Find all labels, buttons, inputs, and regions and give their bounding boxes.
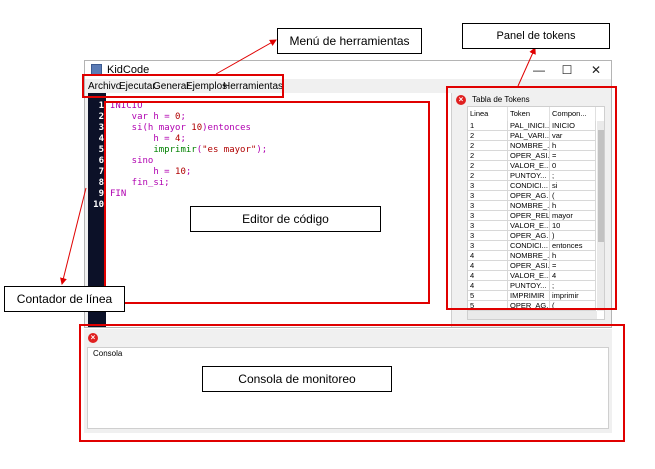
- callout-token-panel: Panel de tokens: [462, 23, 610, 49]
- callout-menu-tools: Menú de herramientas: [277, 28, 422, 54]
- annotation-arrows: [60, 39, 536, 285]
- callout-code-editor: Editor de código: [190, 206, 381, 232]
- callout-monitor-console: Consola de monitoreo: [202, 366, 392, 392]
- callout-line-counter: Contador de línea: [4, 286, 125, 312]
